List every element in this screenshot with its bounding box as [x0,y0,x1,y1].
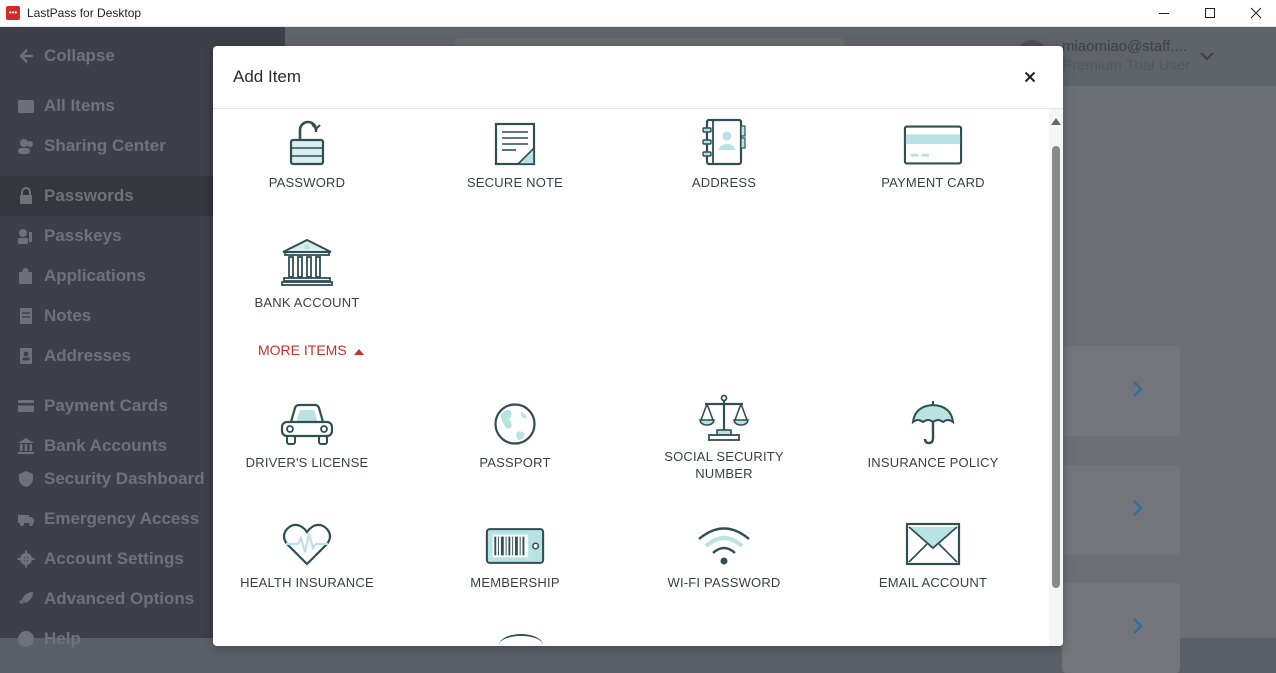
sidebar-item-label: Bank Accounts [44,436,168,455]
address-book-icon [694,116,754,166]
maximize-icon [1205,8,1215,18]
tile-label: PASSWORD [268,175,346,190]
arrow-left-icon [17,47,35,65]
partial-tile-icon [499,634,543,646]
sidebar-item-label: Payment Cards [44,396,168,415]
tile-label: EMAIL ACCOUNT [878,575,988,590]
tile-label: BANK ACCOUNT [254,295,360,310]
add-payment-card-tile[interactable]: PAYMENT CARD [833,116,1033,191]
list-item-card-dimmed [1062,465,1180,555]
chevron-right-icon [1133,618,1143,634]
more-items-toggle[interactable]: MORE ITEMS [258,342,364,358]
sidebar-item-label: Security Dashboard [44,469,205,488]
help-icon [17,630,35,648]
chevron-down-icon[interactable] [1200,48,1214,66]
tile-label: WI-FI PASSWORD [667,575,781,590]
more-items-label: MORE ITEMS [258,342,347,358]
sidebar-item-label: Passwords [44,186,134,205]
add-item-dialog: Add Item PASSWORD SECURE NOTE ADDRESS PA… [213,46,1063,646]
users-icon [17,137,35,155]
umbrella-icon [903,396,963,446]
add-drivers-license-tile[interactable]: DRIVER'S LICENSE [213,396,407,471]
sidebar-collapse-label: Collapse [44,46,115,65]
secure-note-icon [485,116,545,166]
sidebar-item-label: All Items [44,96,115,115]
sidebar-item-label: Emergency Access [44,509,200,528]
tile-label: DRIVER'S LICENSE [245,455,369,470]
add-password-tile[interactable]: PASSWORD [213,116,407,191]
close-icon [1250,7,1262,19]
rocket-icon [17,590,35,608]
add-bank-account-tile[interactable]: BANK ACCOUNT [213,236,407,311]
passkey-icon [17,227,35,245]
window-title: LastPass for Desktop [27,6,142,20]
bank-icon [277,236,337,286]
envelope-icon [903,516,963,566]
barcode-card-icon [485,516,545,566]
tile-label: SECURE NOTE [466,175,564,190]
tile-label: INSURANCE POLICY [867,455,999,470]
add-secure-note-tile[interactable]: SECURE NOTE [415,116,615,191]
list-item-card-dimmed [1062,583,1180,673]
ambulance-icon [17,510,35,528]
sidebar-item-label: Passkeys [44,226,122,245]
minimize-icon [1159,13,1169,14]
tile-label: HEALTH INSURANCE [240,575,374,590]
window-titlebar: ••• LastPass for Desktop [0,0,1276,27]
car-icon [277,396,337,446]
close-icon [1024,71,1036,83]
add-health-insurance-tile[interactable]: HEALTH INSURANCE [213,516,407,591]
maximize-button[interactable] [1187,0,1233,26]
scroll-up-arrow-icon[interactable] [1051,112,1061,130]
add-membership-tile[interactable]: MEMBERSHIP [415,516,615,591]
minimize-button[interactable] [1141,0,1187,26]
add-wifi-password-tile[interactable]: WI-FI PASSWORD [624,516,824,591]
padlock-icon [277,116,337,166]
bank-icon [17,437,35,455]
sidebar-item-label: Advanced Options [44,589,195,608]
caret-up-icon [353,342,364,358]
tile-label: PAYMENT CARD [881,175,985,190]
sidebar-item-label: Account Settings [44,549,184,568]
sidebar-item-label: Help [44,629,81,648]
add-social-security-number-tile[interactable]: SOCIAL SECURITY NUMBER [624,392,824,482]
add-address-tile[interactable]: ADDRESS [624,116,824,191]
payment-card-icon [903,116,963,166]
sidebar-item-label: Applications [44,266,147,285]
puzzle-icon [17,267,35,285]
lastpass-logo-icon: ••• [6,6,20,20]
chevron-right-icon [1133,381,1143,397]
dialog-close-button[interactable] [1021,68,1039,86]
home-icon [17,97,35,115]
window-close-button[interactable] [1233,0,1276,26]
user-role: Premium Trial User [1062,57,1191,74]
tile-label: MEMBERSHIP [470,575,560,590]
sidebar-item-label: Sharing Center [44,136,166,155]
scales-icon [694,392,754,442]
globe-icon [485,396,545,446]
user-email: miaomiao@staff.... [1062,38,1187,55]
address-book-icon [17,347,35,365]
list-item-card-dimmed [1062,346,1180,436]
shield-icon [17,470,35,488]
note-icon [17,307,35,325]
gear-icon [17,550,35,568]
tile-label: PASSPORT [479,455,551,470]
sidebar-item-label: Addresses [44,346,131,365]
heart-pulse-icon [277,516,337,566]
dialog-header: Add Item [213,46,1063,109]
wifi-icon [694,516,754,566]
scrollbar-thumb[interactable] [1052,146,1060,588]
sidebar-item-label: Notes [44,306,92,325]
add-insurance-policy-tile[interactable]: INSURANCE POLICY [833,396,1033,471]
add-email-account-tile[interactable]: EMAIL ACCOUNT [833,516,1033,591]
chevron-right-icon [1133,500,1143,516]
card-icon [17,397,35,415]
tile-label: SOCIAL SECURITY NUMBER [664,449,784,481]
dialog-title: Add Item [233,67,302,86]
add-passport-tile[interactable]: PASSPORT [415,396,615,471]
lock-icon [17,187,35,205]
tile-label: ADDRESS [691,175,757,190]
